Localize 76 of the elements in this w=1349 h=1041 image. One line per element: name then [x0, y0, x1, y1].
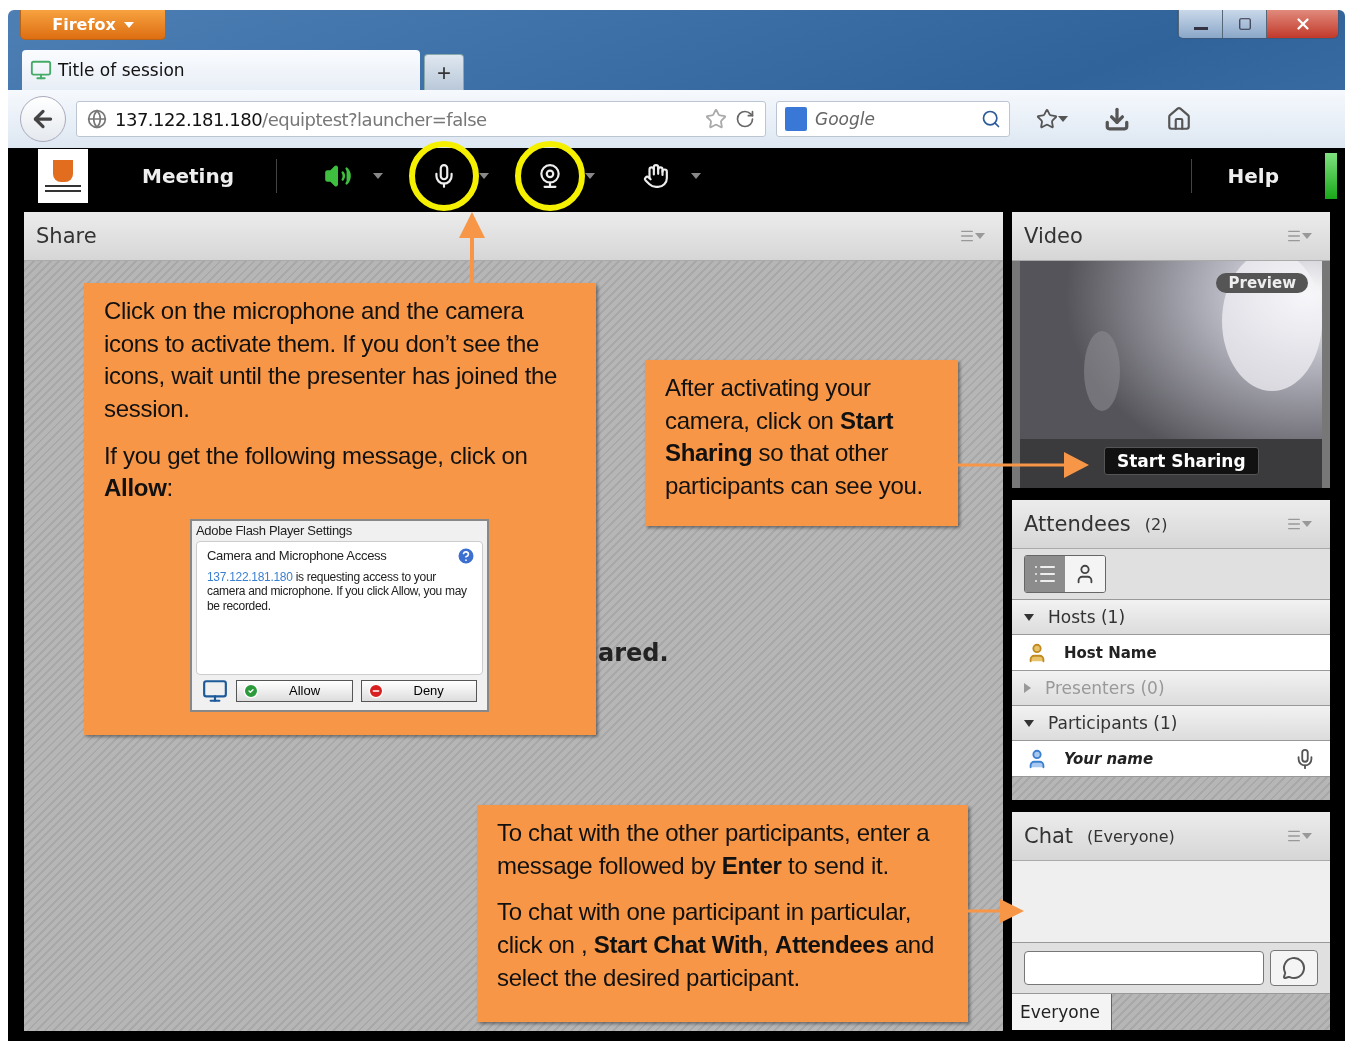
help-menu[interactable]: Help [1221, 163, 1285, 189]
attendee-group-header[interactable]: Hosts (1) [1012, 600, 1330, 635]
menu-icon [959, 228, 975, 244]
caret-icon[interactable] [479, 173, 489, 179]
caret-icon [975, 233, 985, 239]
url-text: 137.122.181.180/equiptest?launcher=false [115, 108, 488, 130]
download-icon [1104, 106, 1130, 132]
meeting-menu[interactable]: Meeting [136, 163, 240, 189]
level-meter [1325, 153, 1337, 199]
webcam-icon [537, 163, 563, 189]
start-sharing-button[interactable]: Start Sharing [1104, 447, 1259, 475]
attendee-row[interactable]: Host Name [1012, 635, 1330, 671]
menu-icon [1286, 828, 1302, 844]
search-field[interactable]: Google [813, 108, 975, 130]
no-entry-icon [367, 682, 384, 699]
caret-icon [1058, 116, 1068, 122]
preview-badge: Preview [1216, 273, 1308, 293]
menu-icon [1286, 516, 1302, 532]
raised-hand-icon [643, 163, 669, 189]
close-button[interactable] [1266, 10, 1338, 38]
instruction-text: Click on the microphone and the camera icons to activate them. If you don’t see the icons, wait until the presenter has joined the session. [104, 296, 559, 424]
dialog-title: Adobe Flash Player Settings [196, 522, 353, 539]
back-button[interactable] [20, 96, 66, 142]
browser-tab[interactable]: Title of session [22, 50, 420, 90]
caret-icon[interactable] [585, 173, 595, 179]
monitor-icon[interactable] [202, 677, 228, 704]
search-box[interactable]: Google [776, 101, 1010, 137]
attendee-count: (2) [1144, 514, 1168, 534]
people-view-button[interactable] [1065, 556, 1105, 592]
chat-scope: (Everyone) [1087, 826, 1175, 846]
address-field[interactable]: 137.122.181.180/equiptest?launcher=false [76, 101, 766, 137]
globe-icon [87, 109, 107, 129]
chat-tab[interactable]: Everyone [1012, 994, 1112, 1030]
help-icon[interactable] [456, 546, 476, 567]
caret-icon [1302, 233, 1312, 239]
caret-icon [1302, 833, 1312, 839]
university-logo [38, 149, 88, 203]
speech-bubble-icon [1282, 956, 1306, 980]
panel-title: Video [1024, 224, 1083, 248]
maximize-button[interactable] [1222, 10, 1266, 38]
dialog-heading: Camera and Microphone Access [207, 548, 387, 564]
home-icon [1166, 106, 1192, 132]
instruction-text: To chat with one participant in particular, click on , Start Chat With, Attendees and select the desired participant. [497, 897, 935, 993]
caret-icon[interactable] [691, 173, 701, 179]
search-engine-icon [785, 107, 807, 131]
maximize-icon [1237, 17, 1252, 31]
minimize-icon [1193, 26, 1208, 30]
caret-icon[interactable] [373, 173, 383, 179]
panel-title: Attendees [1024, 512, 1131, 536]
search-icon [981, 109, 1001, 129]
bookmark-star-icon[interactable] [705, 108, 727, 130]
tab-favicon-icon [30, 59, 52, 81]
caret-icon [123, 21, 134, 28]
reload-icon[interactable] [735, 109, 755, 129]
star-icon [1036, 108, 1058, 130]
send-button[interactable] [1270, 950, 1318, 986]
allow-button[interactable]: Allow [236, 679, 353, 702]
attendee-group-header[interactable]: Participants (1) [1012, 706, 1330, 741]
instruction-text: If you get the following message, click on Allow: [104, 440, 529, 504]
instruction-text: To chat with the other participants, enter a message followed by Enter to send it. [497, 818, 931, 881]
deny-button[interactable]: Deny [360, 679, 477, 702]
chat-input-field[interactable] [1024, 951, 1264, 985]
share-message: ared. [598, 639, 669, 667]
panel-title: Chat [1024, 824, 1074, 848]
attendee-name: Host Name [1064, 643, 1157, 662]
new-tab-button[interactable]: + [424, 54, 464, 90]
attendee-row[interactable]: Your name [1012, 741, 1330, 777]
access-message: 137.122.181.180 is requesting access to your camera and microphone. If you click Allow, you may be recorded. [207, 569, 468, 614]
minimize-button[interactable] [1178, 10, 1222, 38]
caret-icon [1302, 521, 1312, 527]
menu-icon [1286, 228, 1302, 244]
panel-title: Share [36, 224, 97, 248]
attendee-name: Your name [1064, 749, 1154, 768]
tab-title: Title of session [58, 60, 185, 80]
check-icon [243, 682, 259, 699]
instruction-text: After activating your camera, click on Start Sharing so that other participants can see you. [665, 373, 924, 501]
